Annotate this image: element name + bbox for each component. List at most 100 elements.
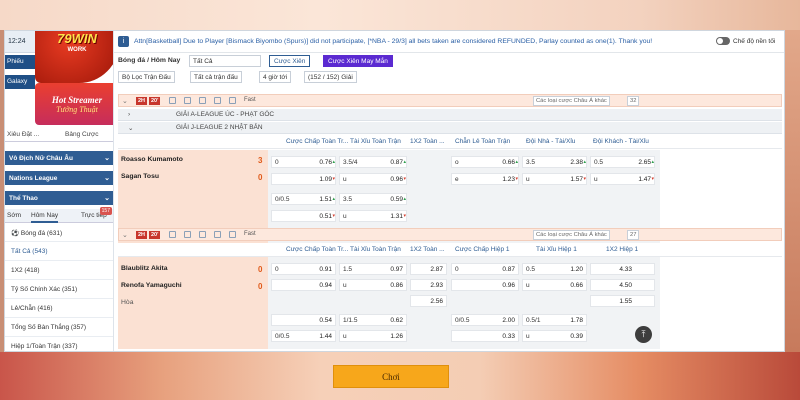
- home-team: Roasso Kumamoto: [121, 156, 183, 163]
- odds-cell[interactable]: 0.51 ▾: [271, 210, 336, 222]
- time-select[interactable]: 4 giờ tới: [259, 71, 292, 83]
- odds-cell[interactable]: 0.5 1.20: [522, 263, 587, 275]
- odds-cell[interactable]: e 1.23 ▾: [451, 173, 519, 185]
- sidebar-item-odd-even[interactable]: Lẻ/Chẵn (416): [5, 299, 113, 318]
- promo-banner[interactable]: Hot Streamer Tướng Thuật: [35, 83, 113, 125]
- away-team: Renofa Yamaguchi: [121, 282, 182, 289]
- list-icon[interactable]: [214, 231, 221, 238]
- stats-icon[interactable]: [169, 97, 176, 104]
- odds-cell[interactable]: 3.5 0.59 ▴: [339, 193, 407, 205]
- dark-mode-toggle[interactable]: [716, 37, 730, 45]
- odds-cell[interactable]: 0/0.5 2.00: [451, 314, 519, 326]
- page-size-select[interactable]: 27: [627, 230, 640, 240]
- odds-cell[interactable]: 3.5 2.38 ▴: [522, 156, 587, 168]
- refresh-icon[interactable]: [184, 97, 191, 104]
- odds-cell[interactable]: u 0.86: [339, 279, 407, 291]
- list-icon[interactable]: [214, 97, 221, 104]
- column-header: Cược Chấp Toàn Tr...: [286, 138, 349, 145]
- odds-cell[interactable]: 2.93: [410, 279, 447, 291]
- sidebar-item-ht-ft[interactable]: Hiệp 1/Toàn Trận (337): [5, 337, 113, 351]
- parlay-button[interactable]: Cược Xiên: [269, 55, 311, 67]
- collapse-icon[interactable]: ⌄: [122, 231, 128, 239]
- arrow-up-icon: ▴: [403, 196, 406, 202]
- scroll-to-top-icon[interactable]: ⤒: [635, 326, 652, 343]
- all-matches-select[interactable]: Tất cả trận đấu: [190, 71, 242, 83]
- sidebar-tab-phieu[interactable]: Phiếu: [5, 55, 35, 69]
- odds-cell[interactable]: u 0.66: [522, 279, 587, 291]
- odds-cell[interactable]: 0.54: [271, 314, 336, 326]
- column-header: Tài Xỉu Toàn Trận: [350, 138, 401, 145]
- odds-cell[interactable]: 0.96: [451, 279, 519, 291]
- chart-icon[interactable]: [199, 97, 206, 104]
- live-minute-badge: 20': [149, 97, 161, 105]
- odds-cell[interactable]: 4.50: [590, 279, 655, 291]
- stats-icon[interactable]: [169, 231, 176, 238]
- odds-cell[interactable]: 0.5/1 1.78: [522, 314, 587, 326]
- odds-cell[interactable]: 2.87: [410, 263, 447, 275]
- clock-icon[interactable]: [229, 97, 236, 104]
- home-score: 0: [258, 265, 263, 274]
- section-sports[interactable]: Thể Thao ⌄: [5, 191, 113, 205]
- refresh-icon[interactable]: [184, 231, 191, 238]
- column-header: Cược Chấp Hiệp 1: [455, 246, 510, 253]
- section-nations-league[interactable]: Nations League ⌄: [5, 171, 113, 185]
- market-select[interactable]: Tất Cả: [189, 55, 261, 67]
- odds-type-select[interactable]: Các loại cược Châu Á khác: [533, 96, 610, 106]
- sidebar-item-1x2[interactable]: 1X2 (418): [5, 261, 113, 280]
- odds-cell[interactable]: u 1.31 ▾: [339, 210, 407, 222]
- odds-cell[interactable]: u 1.47 ▾: [590, 173, 655, 185]
- odds-cell[interactable]: u 1.26: [339, 330, 407, 342]
- league-count-select[interactable]: (152 / 152) Giải: [304, 71, 357, 83]
- odds-cell[interactable]: 1.5 0.97: [339, 263, 407, 275]
- chevron-down-icon: ⌄: [104, 175, 110, 182]
- odds-cell[interactable]: 0 0.76 ▴: [271, 156, 336, 168]
- collapse-icon[interactable]: ⌄: [122, 97, 128, 105]
- odds-cell[interactable]: u 1.57 ▾: [522, 173, 587, 185]
- arrow-up-icon: ▴: [403, 159, 406, 165]
- filter-row-2: Bộ Lọc Trận Đấu Tất cả trận đấu 4 giờ tớ…: [114, 69, 784, 85]
- fast-label[interactable]: Fast: [244, 231, 256, 237]
- column-header: 1X2 Toàn ...: [410, 138, 445, 145]
- sidebar-item-football[interactable]: ⚽ Bóng đá (631): [5, 223, 113, 242]
- odds-cell[interactable]: 1/1.5 0.62: [339, 314, 407, 326]
- odds-cell[interactable]: 4.33: [590, 263, 655, 275]
- odds-type-select[interactable]: Các loại cược Châu Á khác: [533, 230, 610, 240]
- clock-icon[interactable]: [229, 231, 236, 238]
- sidebar-item-total-goals[interactable]: Tổng Số Bàn Thắng (357): [5, 318, 113, 337]
- odds-cell[interactable]: 2.56: [410, 295, 447, 307]
- subtab-early[interactable]: Sớm: [7, 212, 21, 219]
- odds-cell[interactable]: 0.94: [271, 279, 336, 291]
- column-header: 1X2 Toàn ...: [410, 246, 445, 253]
- chart-icon[interactable]: [199, 231, 206, 238]
- fast-label[interactable]: Fast: [244, 97, 256, 103]
- odds-cell[interactable]: 0/0.5 1.51 ▴: [271, 193, 336, 205]
- odds-cell[interactable]: 0.33: [451, 330, 519, 342]
- play-button[interactable]: Chơi: [333, 365, 449, 388]
- odds-cell[interactable]: 1.09 ▾: [271, 173, 336, 185]
- notice-text: Attn[Basketball] Due to Player [Bismack …: [134, 38, 653, 45]
- odds-cell[interactable]: 1.55: [590, 295, 655, 307]
- column-header: Đội Nhà - Tài/Xỉu: [526, 138, 576, 145]
- odds-cell[interactable]: 3.5/4 0.87 ▴: [339, 156, 407, 168]
- league-row[interactable]: › GIẢI A-LEAGUE ÚC - PHẠT GÓC: [118, 109, 782, 121]
- odds-cell[interactable]: 0.5 2.65 ▴: [590, 156, 655, 168]
- subtab-today[interactable]: Hôm Nay: [31, 212, 59, 223]
- odds-cell[interactable]: 0/0.5 1.44: [271, 330, 336, 342]
- sidebar-subtabs: Sớm Hôm Nay Trực tiếp 157: [5, 207, 113, 223]
- odds-cell[interactable]: 0 0.91: [271, 263, 336, 275]
- odds-cell[interactable]: u 0.39: [522, 330, 587, 342]
- lucky-parlay-button[interactable]: Cược Xiên May Mắn: [323, 55, 393, 67]
- odds-cell[interactable]: 0 0.87: [451, 263, 519, 275]
- sport-breadcrumb: Bóng đá / Hôm Nay: [118, 57, 181, 64]
- section-womens-euro[interactable]: Vô Địch Nữ Châu Âu ⌄: [5, 151, 113, 165]
- match-filter-select[interactable]: Bộ Lọc Trận Đấu: [118, 71, 175, 83]
- tab-bet-slip[interactable]: Xiêu Đặt ...: [7, 131, 39, 138]
- sidebar-item-all[interactable]: Tất Cả (543): [5, 242, 113, 261]
- sidebar-item-correct-score[interactable]: Tỷ Số Chính Xác (351): [5, 280, 113, 299]
- odds-cell[interactable]: u 0.96 ▾: [339, 173, 407, 185]
- sidebar-tab-galaxy[interactable]: Galaxy: [5, 75, 35, 89]
- tab-bet-table[interactable]: Bảng Cược: [65, 131, 99, 138]
- page-size-select[interactable]: 32: [627, 96, 640, 106]
- odds-cell[interactable]: o 0.66 ▴: [451, 156, 519, 168]
- league-row[interactable]: ⌄ GIẢI J-LEAGUE 2 NHẬT BẢN: [118, 122, 782, 134]
